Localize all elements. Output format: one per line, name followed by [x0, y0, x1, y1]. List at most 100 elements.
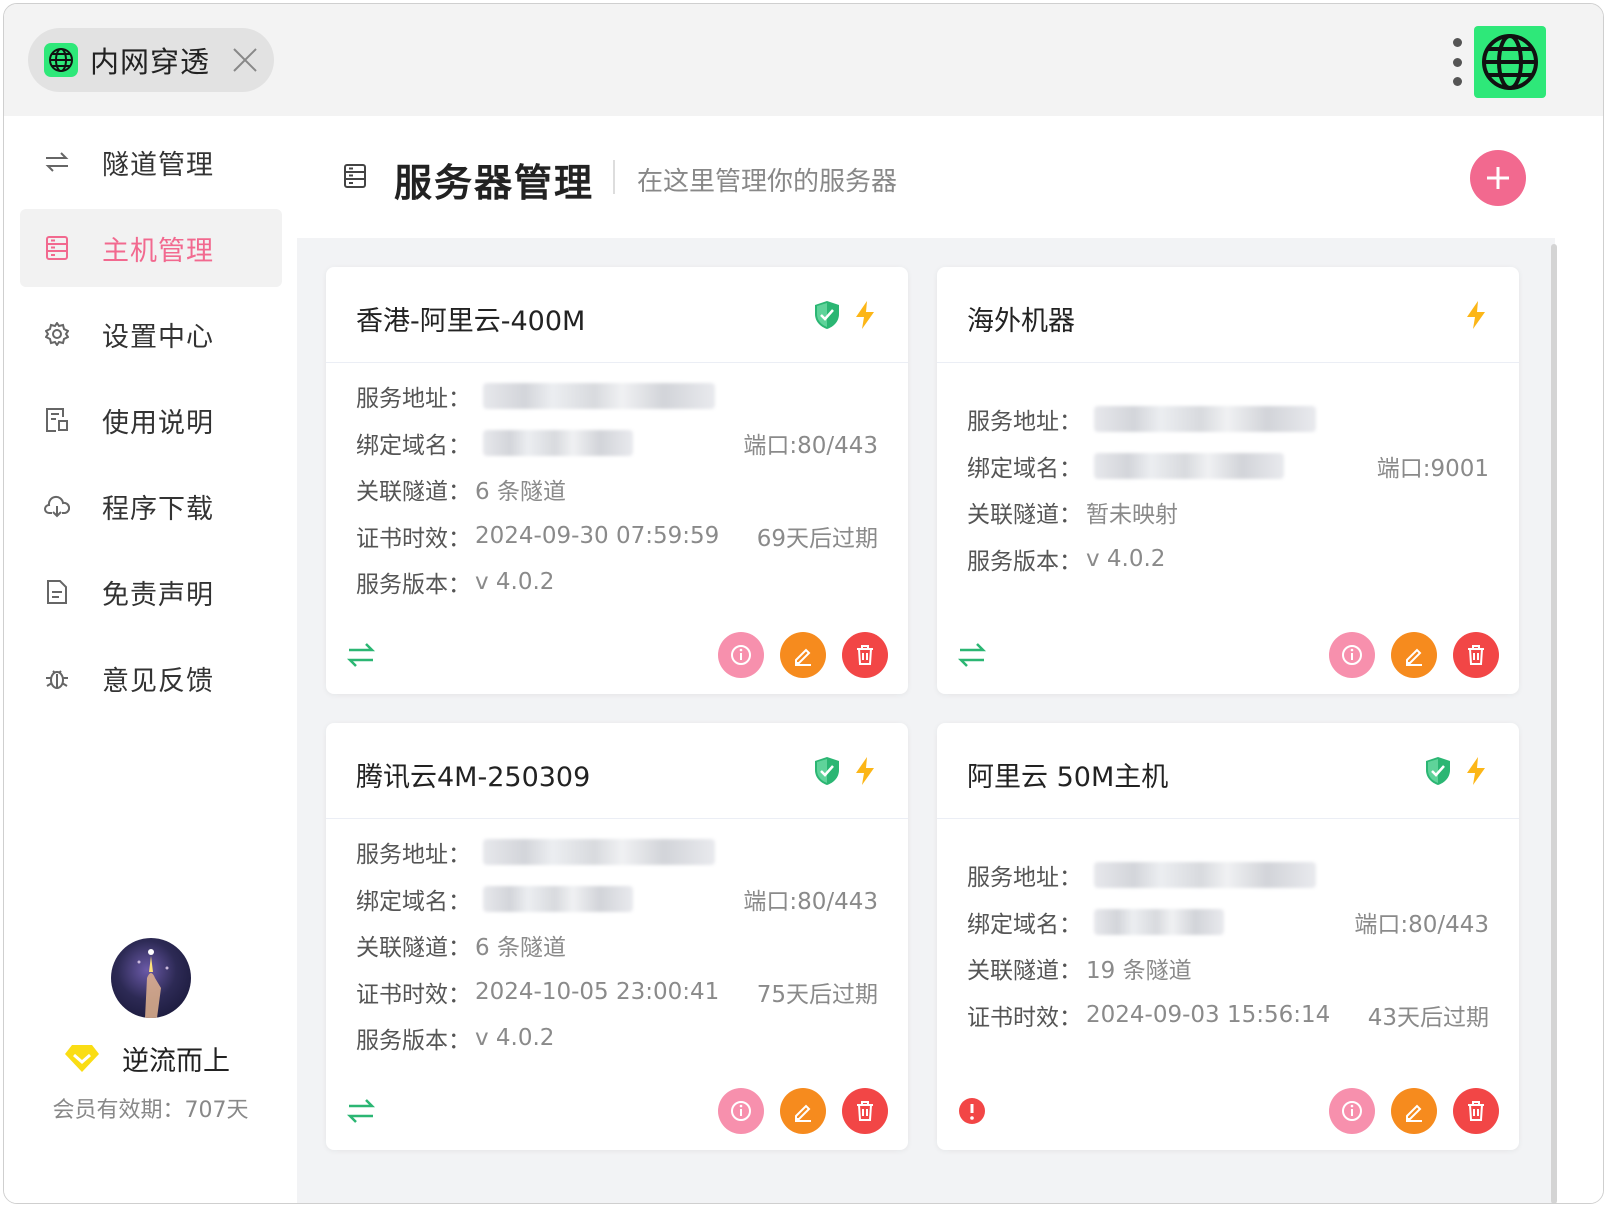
- tunnel-count: 6 条隧道: [475, 935, 566, 962]
- transfer-icon: [44, 149, 70, 175]
- sidebar-item-label: 隧道管理: [102, 149, 214, 181]
- page-title: 服务器管理: [394, 161, 595, 205]
- server-icon: [44, 235, 70, 261]
- cert-date: 2024-09-03 15:56:14: [1086, 1001, 1331, 1028]
- transfer-status-icon: [957, 640, 987, 670]
- app-tab[interactable]: 内网穿透: [28, 28, 274, 92]
- server-name: 海外机器: [967, 306, 1075, 337]
- shield-check-icon: [814, 300, 840, 330]
- server-card: 香港-阿里云-400M 服务地址： 绑定域名： 端口:80/443 关联隧道： 6 …: [326, 267, 908, 694]
- app-logo-globe-icon[interactable]: [1474, 26, 1546, 98]
- delete-button[interactable]: [842, 632, 888, 678]
- version: v 4.0.2: [475, 569, 555, 596]
- edit-button[interactable]: [1391, 632, 1437, 678]
- card-header: 阿里云 50M主机: [937, 723, 1519, 819]
- username: 逆流而上: [122, 1045, 230, 1077]
- avatar[interactable]: [111, 938, 191, 1018]
- edit-button[interactable]: [780, 632, 826, 678]
- redacted-domain: [483, 429, 633, 456]
- transfer-status-icon: [346, 640, 376, 670]
- shield-check-icon: [814, 756, 840, 786]
- app-window: 内网穿透 隧道管理 主机管理 设置中心 使用说明 程序下载 免责声明 意见反馈 …: [3, 3, 1604, 1204]
- sidebar-item-disclaimer[interactable]: 免责声明: [20, 553, 282, 631]
- port: 端口:80/443: [743, 888, 878, 915]
- scrollbar[interactable]: [1551, 244, 1557, 1203]
- version-label: 服务版本：: [967, 548, 1082, 575]
- lightning-icon: [1463, 756, 1489, 786]
- delete-button[interactable]: [842, 1088, 888, 1134]
- address-label: 服务地址：: [356, 842, 471, 869]
- sidebar-item-hosts[interactable]: 主机管理: [20, 209, 282, 287]
- sidebar-item-label: 设置中心: [102, 321, 214, 353]
- sidebar-item-guide[interactable]: 使用说明: [20, 381, 282, 459]
- sidebar-item-label: 使用说明: [102, 407, 214, 439]
- server-card: 腾讯云4M-250309 服务地址： 绑定域名： 端口:80/443 关联隧道： 6…: [326, 723, 908, 1150]
- error-status-icon: [957, 1096, 987, 1126]
- sidebar-item-tunnels[interactable]: 隧道管理: [20, 123, 282, 201]
- main-panel: 服务器管理 在这里管理你的服务器 香港-阿里云-400M 服务地址： 绑定域名：…: [297, 116, 1603, 1203]
- info-button[interactable]: [1329, 1088, 1375, 1134]
- doc-icon: [44, 407, 70, 433]
- port: 端口:80/443: [743, 432, 878, 459]
- card-header: 腾讯云4M-250309: [326, 723, 908, 819]
- cert-expiry: 75天后过期: [756, 981, 878, 1008]
- cert-date: 2024-10-05 23:00:41: [475, 978, 720, 1005]
- add-server-button[interactable]: [1470, 150, 1526, 206]
- membership-expiry: 会员有效期：707天: [52, 1098, 249, 1123]
- info-button[interactable]: [1329, 632, 1375, 678]
- edit-button[interactable]: [1391, 1088, 1437, 1134]
- redacted-address: [483, 383, 715, 410]
- port: 端口:80/443: [1354, 911, 1489, 938]
- tunnel-count: 6 条隧道: [475, 479, 566, 506]
- lightning-icon: [1463, 300, 1489, 330]
- server-details: 服务地址： 绑定域名： 端口:80/443 关联隧道： 6 条隧道 证书时效： 202…: [356, 829, 878, 1062]
- info-button[interactable]: [718, 632, 764, 678]
- gear-icon: [44, 321, 70, 347]
- delete-button[interactable]: [1453, 632, 1499, 678]
- globe-icon: [44, 43, 78, 77]
- tunnels-label: 关联隧道：: [356, 479, 471, 506]
- sidebar-item-feedback[interactable]: 意见反馈: [20, 639, 282, 717]
- redacted-domain: [1094, 452, 1284, 479]
- server-name: 香港-阿里云-400M: [356, 306, 586, 337]
- shield-check-icon: [1425, 756, 1451, 786]
- server-card: 阿里云 50M主机 服务地址： 绑定域名： 端口:80/443 关联隧道： 19 条…: [937, 723, 1519, 1150]
- file-icon: [44, 579, 70, 605]
- cert-expiry: 69天后过期: [756, 525, 878, 552]
- tunnel-count: 19 条隧道: [1086, 958, 1192, 985]
- sidebar-item-settings[interactable]: 设置中心: [20, 295, 282, 373]
- sidebar: 隧道管理 主机管理 设置中心 使用说明 程序下载 免责声明 意见反馈 逆流而上 …: [4, 116, 297, 1203]
- page-subtitle: 在这里管理你的服务器: [637, 167, 898, 197]
- address-label: 服务地址：: [356, 386, 471, 413]
- delete-button[interactable]: [1453, 1088, 1499, 1134]
- redacted-address: [1094, 406, 1316, 433]
- address-label: 服务地址：: [967, 409, 1082, 436]
- divider: [613, 160, 615, 194]
- more-menu-icon[interactable]: [1450, 38, 1464, 86]
- cert-label: 证书时效：: [356, 525, 471, 552]
- edit-button[interactable]: [780, 1088, 826, 1134]
- vip-diamond-icon: [64, 1043, 100, 1073]
- server-card-grid: 香港-阿里云-400M 服务地址： 绑定域名： 端口:80/443 关联隧道： 6 …: [297, 238, 1555, 1203]
- server-card: 海外机器 服务地址： 绑定域名： 端口:9001 关联隧道： 暂未映射 服务版本： v…: [937, 267, 1519, 694]
- info-button[interactable]: [718, 1088, 764, 1134]
- close-icon[interactable]: [232, 47, 258, 73]
- cert-label: 证书时效：: [356, 981, 471, 1008]
- title-bar: 内网穿透: [4, 4, 1603, 116]
- tunnels-label: 关联隧道：: [967, 958, 1082, 985]
- domain-label: 绑定域名：: [967, 911, 1082, 938]
- cert-label: 证书时效：: [967, 1004, 1082, 1031]
- version-label: 服务版本：: [356, 572, 471, 599]
- transfer-status-icon: [346, 1096, 376, 1126]
- sidebar-item-download[interactable]: 程序下载: [20, 467, 282, 545]
- user-info: 逆流而上: [64, 1038, 230, 1078]
- tunnels-label: 关联隧道：: [356, 935, 471, 962]
- server-name: 阿里云 50M主机: [967, 762, 1169, 793]
- bug-icon: [44, 665, 70, 691]
- server-details: 服务地址： 绑定域名： 端口:80/443 关联隧道： 6 条隧道 证书时效： 202…: [356, 373, 878, 606]
- cert-date: 2024-09-30 07:59:59: [475, 522, 720, 549]
- lightning-icon: [852, 756, 878, 786]
- sidebar-item-label: 程序下载: [102, 493, 214, 525]
- sidebar-item-label: 主机管理: [102, 235, 214, 267]
- redacted-domain: [1094, 908, 1224, 935]
